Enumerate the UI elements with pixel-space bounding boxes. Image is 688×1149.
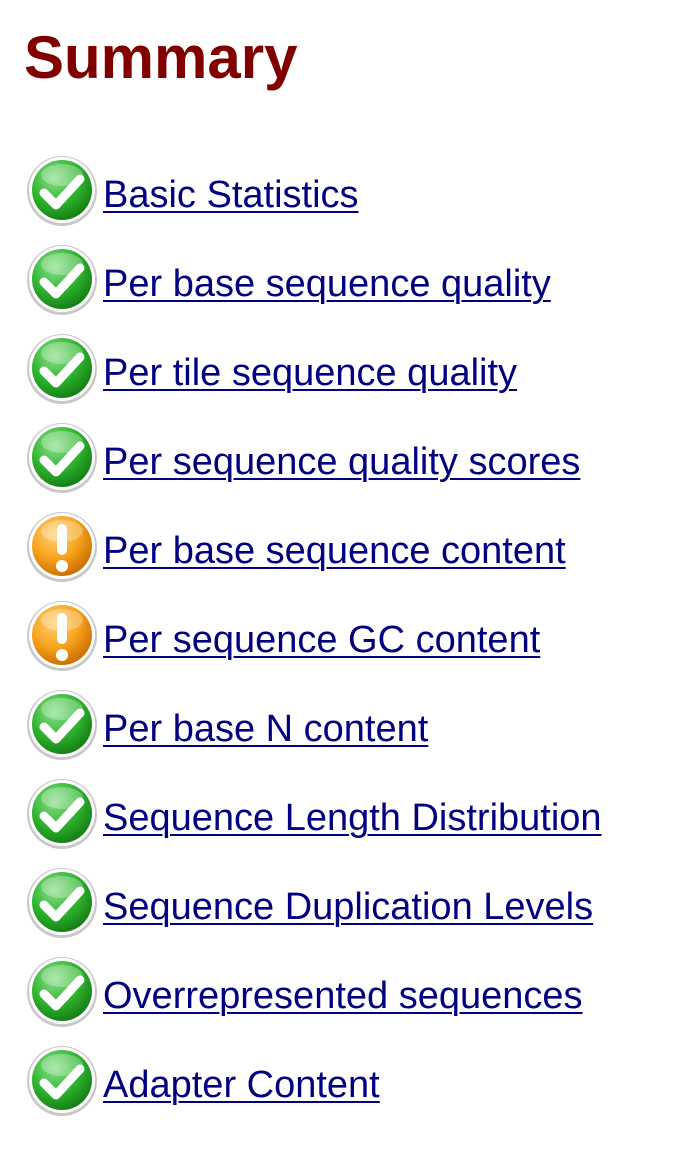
list-item-per-base-sequence-content: Per base sequence content (24, 509, 602, 598)
page-title: Summary (24, 24, 298, 91)
module-link-overrepresented-sequences[interactable]: Overrepresented sequences (103, 974, 583, 1018)
module-summary-list: Basic Statistics Per base sequence quali… (24, 153, 602, 1132)
module-link-adapter-content[interactable]: Adapter Content (103, 1063, 380, 1107)
pass-check-icon (27, 779, 97, 849)
module-link-per-base-sequence-content[interactable]: Per base sequence content (103, 529, 566, 573)
module-link-sequence-length-distribution[interactable]: Sequence Length Distribution (103, 796, 602, 840)
list-item-basic-statistics: Basic Statistics (24, 153, 602, 242)
list-item-per-base-sequence-quality: Per base sequence quality (24, 242, 602, 331)
pass-check-icon (27, 868, 97, 938)
pass-check-icon (27, 1046, 97, 1116)
list-item-sequence-length-distribution: Sequence Length Distribution (24, 776, 602, 865)
pass-check-icon (27, 690, 97, 760)
list-item-per-tile-sequence-quality: Per tile sequence quality (24, 331, 602, 420)
pass-check-icon (27, 334, 97, 404)
pass-check-icon (27, 957, 97, 1027)
module-link-per-sequence-gc-content[interactable]: Per sequence GC content (103, 618, 540, 662)
list-item-per-sequence-quality-scores: Per sequence quality scores (24, 420, 602, 509)
list-item-per-base-n-content: Per base N content (24, 687, 602, 776)
warning-exclamation-icon (27, 512, 97, 582)
module-link-per-tile-sequence-quality[interactable]: Per tile sequence quality (103, 351, 517, 395)
module-link-sequence-duplication-levels[interactable]: Sequence Duplication Levels (103, 885, 593, 929)
list-item-per-sequence-gc-content: Per sequence GC content (24, 598, 602, 687)
module-link-per-sequence-quality-scores[interactable]: Per sequence quality scores (103, 440, 580, 484)
list-item-overrepresented-sequences: Overrepresented sequences (24, 954, 602, 1043)
pass-check-icon (27, 156, 97, 226)
pass-check-icon (27, 423, 97, 493)
module-link-per-base-n-content[interactable]: Per base N content (103, 707, 428, 751)
pass-check-icon (27, 245, 97, 315)
list-item-adapter-content: Adapter Content (24, 1043, 602, 1132)
module-link-per-base-sequence-quality[interactable]: Per base sequence quality (103, 262, 551, 306)
list-item-sequence-duplication-levels: Sequence Duplication Levels (24, 865, 602, 954)
warning-exclamation-icon (27, 601, 97, 671)
module-link-basic-statistics[interactable]: Basic Statistics (103, 173, 359, 217)
